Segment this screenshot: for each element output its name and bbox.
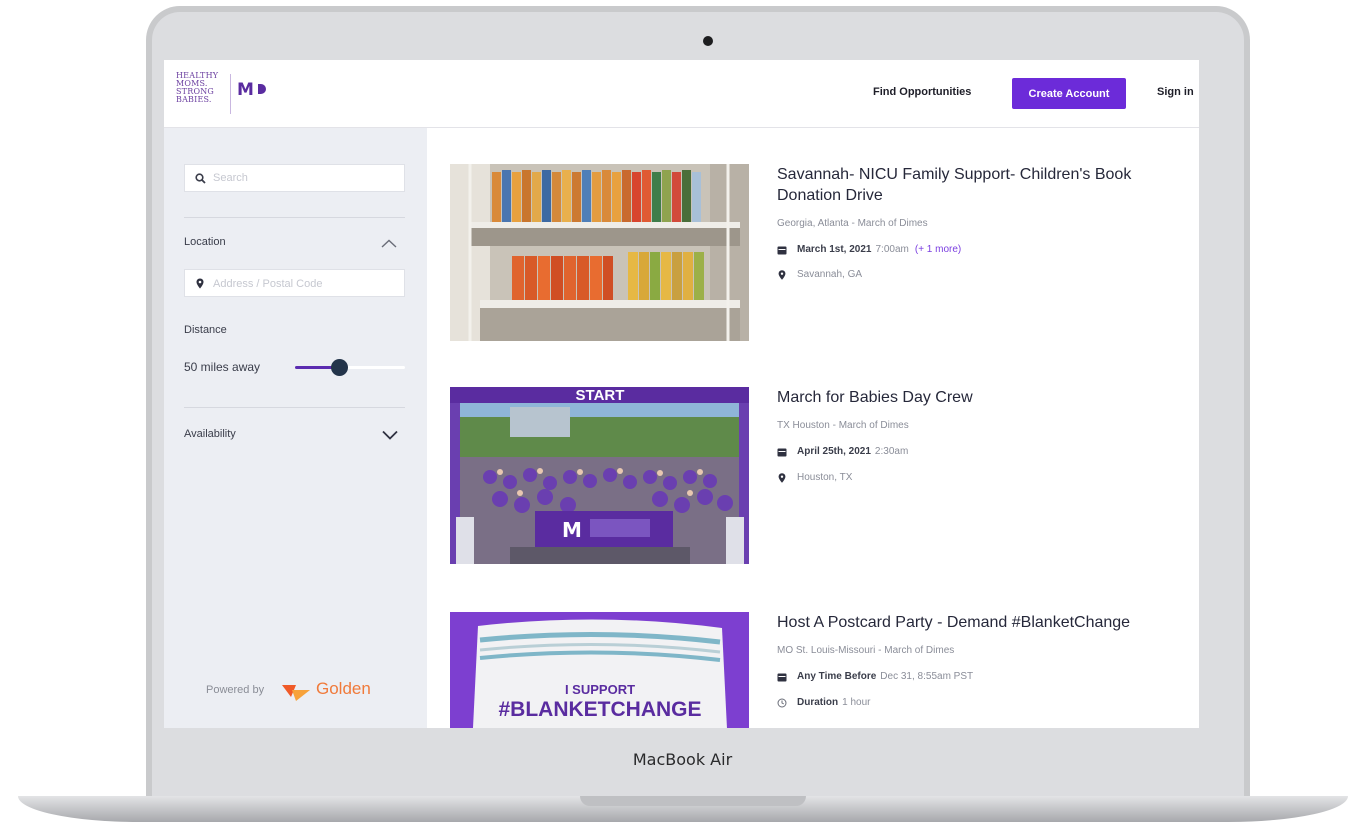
- browser-screen: HEALTHY MOMS. STRONG BABIES. M Find Oppo…: [164, 60, 1199, 728]
- banner-logo-text: M: [562, 518, 582, 542]
- opportunity-card[interactable]: START M March for Babies Day Crew TX Hou…: [450, 387, 1180, 567]
- location-pin-icon: [196, 278, 204, 289]
- more-dates-link[interactable]: (+ 1 more): [915, 244, 961, 255]
- duration-value: 1 hour: [842, 697, 871, 708]
- blanket-photo[interactable]: I SUPPORT #BLANKETCHANGE: [450, 612, 749, 728]
- clock-icon: [777, 698, 787, 707]
- logo-divider: [230, 74, 231, 114]
- camera-icon: [703, 36, 713, 46]
- sidebar-divider: [184, 217, 405, 218]
- bookshelf-photo[interactable]: [450, 164, 749, 341]
- logo-wordmark[interactable]: HEALTHY MOMS. STRONG BABIES.: [176, 72, 232, 104]
- location-pin-icon: [778, 269, 786, 280]
- opportunity-card[interactable]: Savannah- NICU Family Support- Children'…: [450, 164, 1180, 344]
- calendar-icon: [777, 246, 787, 254]
- laptop-notch: [580, 796, 806, 806]
- device-label: MacBook Air: [632, 750, 733, 769]
- golden-logo-icon: [282, 685, 310, 701]
- distance-label: Distance: [184, 324, 227, 336]
- golden-brand-link[interactable]: Golden: [316, 679, 371, 699]
- opportunity-organization: MO St. Louis-Missouri - March of Dimes: [777, 645, 955, 656]
- opportunity-title[interactable]: March for Babies Day Crew: [777, 387, 1197, 408]
- create-account-button[interactable]: Create Account: [1012, 78, 1126, 109]
- top-navigation: HEALTHY MOMS. STRONG BABIES. M Find Oppo…: [164, 60, 1199, 128]
- opportunity-title[interactable]: Savannah- NICU Family Support- Children'…: [777, 164, 1197, 206]
- address-input[interactable]: Address / Postal Code: [184, 269, 405, 297]
- logo-line: BABIES.: [176, 95, 212, 104]
- search-placeholder: Search: [213, 172, 248, 184]
- sign-in-link[interactable]: Sign in: [1157, 86, 1194, 98]
- powered-by-label: Powered by: [206, 684, 265, 696]
- march-of-dimes-logo[interactable]: M: [237, 80, 254, 100]
- chevron-down-icon[interactable]: [382, 430, 398, 440]
- location-pin-icon: [778, 472, 786, 483]
- sidebar-divider: [184, 407, 405, 408]
- date-label: March 1st, 2021: [797, 244, 872, 255]
- logo-accent: [258, 84, 266, 94]
- blanket-banner-line2: #BLANKETCHANGE: [498, 698, 701, 721]
- crowd-start-photo[interactable]: START M: [450, 387, 749, 564]
- location-text: Houston, TX: [797, 472, 853, 483]
- opportunity-organization: Georgia, Atlanta - March of Dimes: [777, 218, 928, 229]
- address-placeholder: Address / Postal Code: [213, 278, 323, 290]
- opportunity-location: Savannah, GA: [777, 269, 862, 280]
- date-time: Dec 31, 8:55am PST: [880, 671, 974, 682]
- banner-start-text: START: [576, 387, 625, 404]
- chevron-up-icon[interactable]: [381, 239, 397, 248]
- laptop-frame: MacBook Air HEALTHY MOMS. STRONG BABIES.…: [0, 0, 1365, 830]
- opportunity-date: April 25th, 2021 2:30am: [777, 446, 908, 457]
- search-input[interactable]: Search: [184, 164, 405, 192]
- blanket-banner-line1: I SUPPORT: [565, 682, 635, 697]
- date-time: 2:30am: [874, 446, 909, 457]
- slider-handle[interactable]: [331, 359, 348, 376]
- location-text: Savannah, GA: [797, 269, 863, 280]
- find-opportunities-link[interactable]: Find Opportunities: [873, 86, 971, 98]
- opportunity-location: Houston, TX: [777, 472, 852, 483]
- opportunity-organization: TX Houston - March of Dimes: [777, 420, 909, 431]
- distance-slider[interactable]: [295, 359, 405, 376]
- date-label: Any Time Before: [797, 671, 877, 682]
- calendar-icon: [777, 448, 787, 456]
- date-time: 7:00am: [875, 244, 909, 255]
- date-label: April 25th, 2021: [797, 446, 871, 457]
- opportunity-title[interactable]: Host A Postcard Party - Demand #BlanketC…: [777, 612, 1197, 633]
- location-label: Location: [184, 236, 226, 248]
- duration-label: Duration: [797, 697, 839, 708]
- filter-sidebar: Search Location Address / Postal Code Di…: [164, 128, 427, 728]
- search-icon: [195, 173, 206, 184]
- distance-value: 50 miles away: [184, 360, 261, 374]
- opportunity-card[interactable]: I SUPPORT #BLANKETCHANGE Host A Postcard…: [450, 612, 1180, 728]
- availability-label: Availability: [184, 428, 236, 440]
- opportunity-date: Any Time Before Dec 31, 8:55am PST: [777, 671, 973, 682]
- opportunity-date: March 1st, 2021 7:00am (+ 1 more): [777, 244, 961, 255]
- calendar-icon: [777, 673, 787, 681]
- opportunity-duration: Duration 1 hour: [777, 697, 870, 708]
